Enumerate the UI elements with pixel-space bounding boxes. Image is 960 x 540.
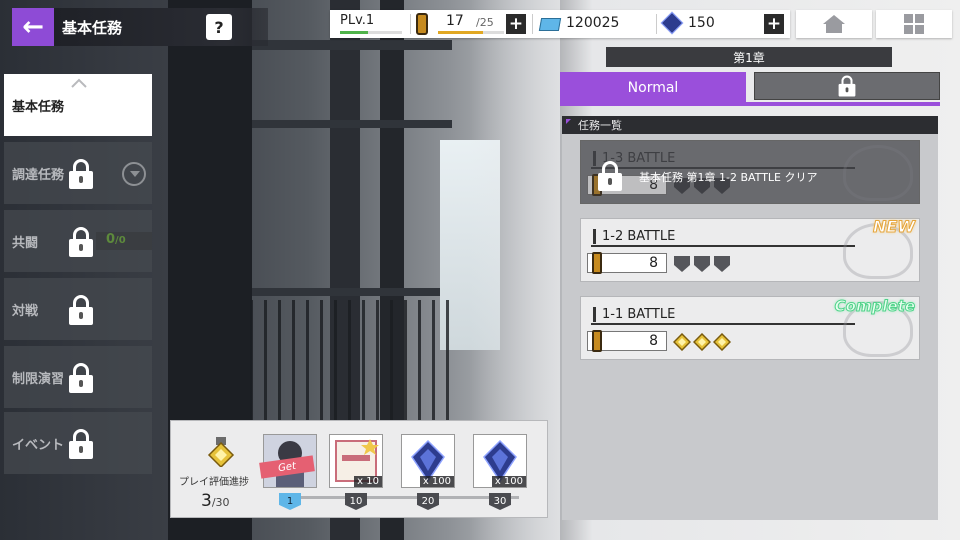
- home-button[interactable]: [796, 10, 872, 38]
- medal-row: [673, 255, 731, 273]
- stamina-bottle-icon: [592, 330, 602, 352]
- tab-underline: [560, 102, 940, 106]
- sidebar-item-label: 共闘: [12, 235, 39, 251]
- medal-empty-icon: [674, 256, 690, 272]
- medal-gold-icon: [713, 333, 731, 351]
- stamina-bottle-icon: [416, 13, 428, 35]
- gem-plus-button[interactable]: +: [764, 14, 784, 34]
- mission-1-2[interactable]: 1-2 BATTLE 8 NEW: [580, 217, 920, 282]
- chapter-title: 第1章: [606, 47, 892, 67]
- unlock-condition: 基本任務 第1章 1-2 BATTLE クリア: [639, 171, 818, 184]
- sidebar-item-restricted-drill[interactable]: 制限演習: [4, 346, 152, 408]
- reward-qty: x 10: [354, 476, 382, 487]
- menu-button[interactable]: [876, 10, 952, 38]
- resource-bar: PLv.1 17 /25 + 120025 150 +: [330, 10, 790, 38]
- ticket-count: 120025: [566, 15, 620, 31]
- progress-value: 3/30: [201, 491, 230, 511]
- milestone-marker: 30: [489, 493, 511, 510]
- stamina-bar: [438, 31, 504, 34]
- dropdown-circle-icon[interactable]: [122, 162, 146, 186]
- lock-icon: [66, 363, 96, 393]
- lock-icon: [66, 429, 96, 459]
- sidebar-item-event[interactable]: イベント: [4, 412, 152, 474]
- gem-count: 150: [688, 15, 715, 31]
- lock-icon: [595, 161, 625, 191]
- mission-1-1[interactable]: 1-1 BATTLE 8 Complete: [580, 296, 920, 360]
- page-title: 基本任務: [62, 18, 123, 37]
- player-level: PLv.1: [340, 13, 375, 28]
- medal-empty-icon: [714, 256, 730, 272]
- player-level-bar: [340, 31, 402, 34]
- stamina-max: /25: [476, 16, 494, 29]
- lock-icon: [66, 159, 96, 189]
- medal-gold-icon: [673, 333, 691, 351]
- lock-icon: [66, 227, 96, 257]
- stamina-bottle-icon: [592, 252, 602, 274]
- lock-icon: [66, 295, 96, 325]
- coop-count: 0/0: [96, 232, 152, 250]
- stamina-current: 17: [446, 13, 464, 29]
- sidebar-item-label: 対戦: [12, 303, 39, 319]
- back-arrow-icon: ←: [22, 12, 44, 42]
- grid-menu-icon: [904, 14, 924, 34]
- gem-icon: [660, 11, 684, 35]
- sidebar-item-procurement[interactable]: 調達任務: [4, 142, 152, 204]
- mission-title: 1-1 BATTLE: [593, 307, 675, 322]
- milestone-marker: 1: [279, 493, 301, 510]
- medal-empty-icon: [694, 256, 710, 272]
- sidebar-item-label: 基本任務: [12, 99, 65, 115]
- sidebar-item-label: 調達任務: [12, 167, 65, 183]
- milestone-marker: 20: [417, 493, 439, 510]
- reward-gem[interactable]: x 100: [473, 434, 527, 488]
- lock-icon: [837, 75, 858, 97]
- sidebar-item-coop[interactable]: 共闘 0/0: [4, 210, 152, 272]
- help-button[interactable]: ?: [206, 14, 232, 40]
- reward-battle-ticket[interactable]: x 10: [329, 434, 383, 488]
- mission-1-3[interactable]: 1-3 BATTLE 8 基本任務 第1章 1-2 BATTLE クリア: [580, 140, 920, 204]
- back-button[interactable]: ←: [12, 8, 54, 46]
- reward-qty: x 100: [419, 476, 454, 487]
- sidebar-item-basic-mission[interactable]: 基本任務: [4, 74, 152, 136]
- home-icon: [823, 15, 845, 33]
- mission-title: 1-2 BATTLE: [593, 229, 675, 244]
- sidebar-item-label: 制限演習: [12, 371, 65, 387]
- new-badge: NEW: [873, 217, 916, 237]
- medal-row: [673, 333, 731, 351]
- play-rating-rewards: プレイ評価進捗 3/30 Get x 10 x 100 x 100 1 10 2…: [170, 420, 548, 518]
- progress-label: プレイ評価進捗: [179, 477, 249, 488]
- sidebar-item-versus[interactable]: 対戦: [4, 278, 152, 340]
- mission-list-header: 任務一覧: [562, 116, 938, 134]
- complete-badge: Complete: [834, 297, 915, 316]
- medal-gold-icon: [693, 333, 711, 351]
- reward-character-card[interactable]: Get: [259, 434, 317, 488]
- medal-gold-icon: [207, 437, 235, 467]
- reward-gem[interactable]: x 100: [401, 434, 455, 488]
- chevron-up-icon: [71, 78, 87, 88]
- stamina-plus-button[interactable]: +: [506, 14, 526, 34]
- tab-locked[interactable]: [754, 72, 940, 100]
- milestone-marker: 10: [345, 493, 367, 510]
- sidebar-item-label: イベント: [12, 437, 65, 453]
- tab-normal[interactable]: Normal: [560, 72, 746, 104]
- page-title-bar: 基本任務: [54, 8, 268, 46]
- ticket-icon: [538, 18, 562, 31]
- reward-track: [279, 496, 519, 499]
- reward-qty: x 100: [491, 476, 526, 487]
- stamina-cost: 8: [587, 252, 667, 274]
- mission-list-panel: 任務一覧 1-3 BATTLE 8 基本任務 第1章 1-2 BATTLE クリ…: [562, 116, 938, 520]
- stamina-cost: 8: [587, 330, 667, 352]
